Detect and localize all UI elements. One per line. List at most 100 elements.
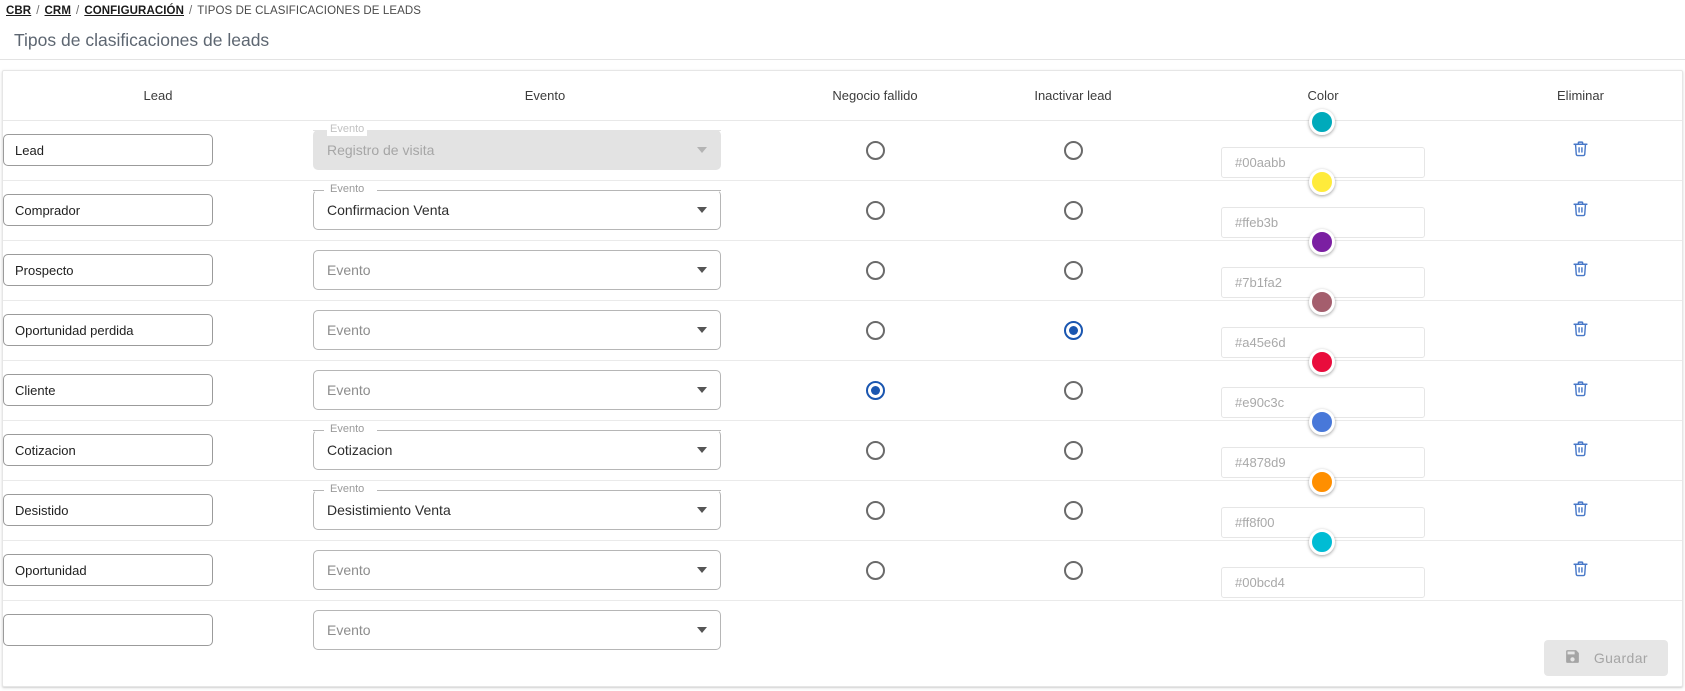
table-row: EventoDesistimiento Venta: [3, 468, 1682, 541]
negocio-fallido-radio[interactable]: [865, 380, 885, 400]
negocio-fallido-cell: [777, 600, 973, 659]
lead-name-input[interactable]: [3, 254, 213, 286]
negocio-fallido-radio[interactable]: [865, 440, 885, 460]
lead-cell: [3, 540, 313, 601]
negocio-fallido-cell: [777, 540, 973, 601]
delete-row-button[interactable]: [1567, 316, 1595, 344]
negocio-fallido-cell: [777, 300, 973, 361]
lead-cell: [3, 120, 313, 181]
inactivar-lead-radio[interactable]: [1063, 560, 1083, 580]
lead-name-input[interactable]: [3, 434, 213, 466]
evento-selected-value: Registro de visita: [327, 142, 435, 158]
chevron-down-icon[interactable]: [697, 447, 707, 453]
inactivar-lead-radio[interactable]: [1063, 200, 1083, 220]
color-cell: [1173, 600, 1473, 659]
color-swatch[interactable]: [1309, 168, 1335, 195]
outline-notch-leading: [313, 490, 324, 491]
inactivar-lead-radio[interactable]: [1063, 380, 1083, 400]
color-picker-group: [1221, 528, 1425, 600]
eliminar-cell: [1473, 120, 1682, 181]
evento-select[interactable]: Evento: [313, 550, 721, 590]
evento-cell: Evento: [313, 360, 777, 421]
lead-name-input[interactable]: [3, 494, 213, 526]
chevron-down-icon[interactable]: [697, 567, 707, 573]
breadcrumb-link-1[interactable]: CRM: [45, 5, 72, 17]
table-row: Evento: [3, 528, 1682, 601]
select-outline: [313, 250, 721, 290]
inactivar-lead-cell: [973, 180, 1173, 241]
leads-classification-card: Lead Evento Negocio fallido Inactivar le…: [2, 70, 1683, 687]
negocio-fallido-radio[interactable]: [865, 200, 885, 220]
lead-name-input[interactable]: [3, 554, 213, 586]
evento-select[interactable]: Evento: [313, 250, 721, 290]
table-row: EventoConfirmacion Venta: [3, 168, 1682, 241]
inactivar-lead-radio[interactable]: [1063, 320, 1083, 340]
delete-row-button[interactable]: [1567, 136, 1595, 164]
inactivar-lead-radio[interactable]: [1063, 140, 1083, 160]
color-swatch[interactable]: [1309, 468, 1335, 495]
chevron-down-icon[interactable]: [697, 207, 707, 213]
inactivar-lead-radio[interactable]: [1063, 260, 1083, 280]
trash-icon: [1572, 200, 1589, 220]
inactivar-lead-radio[interactable]: [1063, 500, 1083, 520]
chevron-down-icon[interactable]: [697, 267, 707, 273]
evento-cell: Evento Registro de visita: [313, 120, 777, 181]
evento-cell: Evento: [313, 600, 777, 659]
negocio-fallido-cell: [777, 360, 973, 421]
eliminar-cell: [1473, 480, 1682, 541]
evento-select[interactable]: Evento Desistimiento Venta: [313, 482, 721, 530]
lead-name-input[interactable]: [3, 194, 213, 226]
column-header-inactivar-lead: Inactivar lead: [973, 71, 1173, 121]
negocio-fallido-radio[interactable]: [865, 140, 885, 160]
negocio-fallido-radio[interactable]: [865, 320, 885, 340]
chevron-down-icon[interactable]: [697, 327, 707, 333]
eliminar-cell: [1473, 540, 1682, 601]
evento-cell: Evento: [313, 300, 777, 361]
chevron-down-icon[interactable]: [697, 387, 707, 393]
delete-row-button[interactable]: [1567, 556, 1595, 584]
delete-row-button[interactable]: [1567, 436, 1595, 464]
evento-cell: Evento: [313, 540, 777, 601]
table-row: EventoCotizacion: [3, 408, 1682, 481]
color-swatch[interactable]: [1309, 288, 1335, 315]
delete-row-button[interactable]: [1567, 496, 1595, 524]
outline-notch-trailing: [377, 430, 721, 431]
chevron-down-icon[interactable]: [697, 147, 707, 153]
color-hex-input[interactable]: [1221, 566, 1425, 598]
color-swatch[interactable]: [1309, 228, 1335, 255]
delete-row-button[interactable]: [1567, 256, 1595, 284]
breadcrumb-link-0[interactable]: CBR: [6, 5, 31, 17]
evento-select[interactable]: Evento Cotizacion: [313, 422, 721, 470]
delete-row-button[interactable]: [1567, 376, 1595, 404]
chevron-down-icon[interactable]: [697, 626, 707, 633]
inactivar-lead-cell: [973, 120, 1173, 181]
evento-placeholder: Evento: [327, 621, 371, 638]
evento-placeholder: Evento: [327, 562, 371, 578]
evento-select[interactable]: Evento Confirmacion Venta: [313, 182, 721, 230]
chevron-down-icon[interactable]: [697, 507, 707, 513]
lead-name-input[interactable]: [3, 134, 213, 166]
lead-name-input[interactable]: [3, 613, 213, 646]
evento-select[interactable]: Evento: [313, 310, 721, 350]
lead-name-input[interactable]: [3, 374, 213, 406]
color-swatch[interactable]: [1309, 108, 1335, 135]
inactivar-lead-radio[interactable]: [1063, 440, 1083, 460]
lead-name-input[interactable]: [3, 314, 213, 346]
column-header-negocio-fallido: Negocio fallido: [777, 71, 973, 121]
evento-selected-value: Confirmacion Venta: [327, 202, 450, 218]
trash-icon: [1572, 320, 1589, 340]
color-swatch[interactable]: [1309, 528, 1335, 555]
breadcrumb-link-2[interactable]: CONFIGURACIÓN: [84, 5, 184, 17]
save-button[interactable]: Guardar: [1543, 640, 1668, 676]
negocio-fallido-radio[interactable]: [865, 500, 885, 520]
negocio-fallido-radio[interactable]: [865, 260, 885, 280]
color-swatch[interactable]: [1309, 348, 1335, 375]
delete-row-button[interactable]: [1567, 196, 1595, 224]
inactivar-lead-cell: [973, 540, 1173, 601]
evento-select[interactable]: Evento: [313, 370, 721, 410]
lead-cell: [3, 420, 313, 481]
color-swatch[interactable]: [1309, 408, 1335, 435]
trash-icon: [1572, 500, 1589, 520]
negocio-fallido-radio[interactable]: [865, 560, 885, 580]
evento-select[interactable]: Evento: [313, 609, 721, 650]
